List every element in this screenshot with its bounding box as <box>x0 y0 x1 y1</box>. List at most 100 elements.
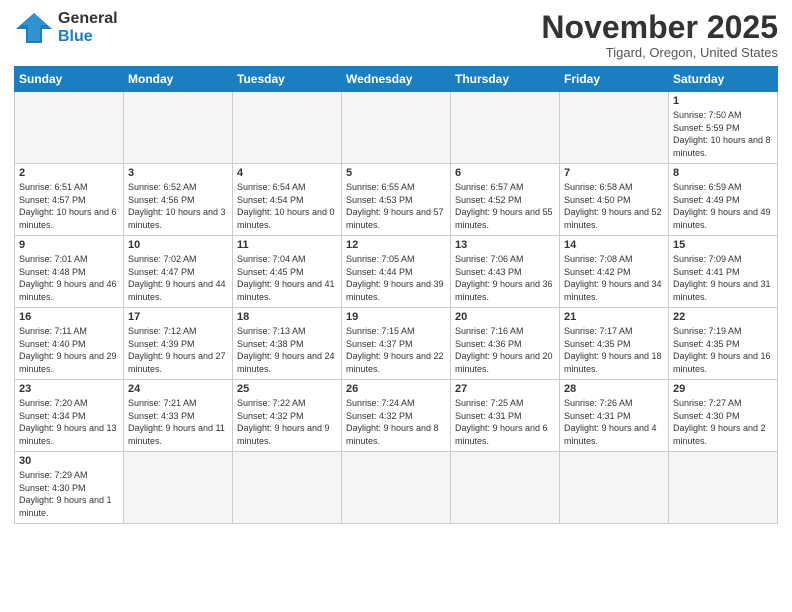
calendar-cell: 12 Sunrise: 7:05 AMSunset: 4:44 PMDayligh… <box>342 236 451 308</box>
calendar-cell: 7Sunrise: 6:58 AMSunset: 4:50 PMDaylight… <box>560 164 669 236</box>
day-number: 3 <box>128 167 228 179</box>
day-number: 8 <box>673 167 773 179</box>
day-number: 21 <box>564 311 664 323</box>
calendar-week-row: 9Sunrise: 7:01 AMSunset: 4:48 PMDaylight… <box>15 236 778 308</box>
day-number: 24 <box>128 383 228 395</box>
day-number: 16 <box>19 311 119 323</box>
day-number: 11 <box>237 239 337 251</box>
calendar-cell: 1 Sunrise: 7:50 AMSunset: 5:59 PMDaylight… <box>669 92 778 164</box>
calendar-cell: 15Sunrise: 7:09 AMSunset: 4:41 PMDayligh… <box>669 236 778 308</box>
day-number: 28 <box>564 383 664 395</box>
day-number: 26 <box>346 383 446 395</box>
calendar-week-row: 2 Sunrise: 6:51 AMSunset: 4:57 PMDaylight… <box>15 164 778 236</box>
calendar-week-row: 30 Sunrise: 7:29 AMSunset: 4:30 PMDayligh… <box>15 452 778 523</box>
day-info: Sunrise: 7:27 AMSunset: 4:30 PMDaylight:… <box>673 397 773 447</box>
day-number: 4 <box>237 167 337 179</box>
day-number: 10 <box>128 239 228 251</box>
logo: General Blue <box>14 10 118 45</box>
day-number: 2 <box>19 167 119 179</box>
day-number: 17 <box>128 311 228 323</box>
day-info: Sunrise: 6:52 AMSunset: 4:56 PMDaylight:… <box>128 181 228 231</box>
day-number: 5 <box>346 167 446 179</box>
calendar-cell: 4 Sunrise: 6:54 AMSunset: 4:54 PMDaylight… <box>233 164 342 236</box>
day-info: Sunrise: 7:05 AMSunset: 4:44 PMDaylight:… <box>346 253 446 303</box>
calendar-cell: 25 Sunrise: 7:22 AMSunset: 4:32 PMDayligh… <box>233 380 342 452</box>
weekday-header-friday: Friday <box>560 67 669 92</box>
day-number: 23 <box>19 383 119 395</box>
day-number: 22 <box>673 311 773 323</box>
calendar-cell <box>451 452 560 523</box>
weekday-header-sunday: Sunday <box>15 67 124 92</box>
calendar-cell: 19Sunrise: 7:15 AMSunset: 4:37 PMDayligh… <box>342 308 451 380</box>
day-number: 20 <box>455 311 555 323</box>
calendar-cell: 10 Sunrise: 7:02 AMSunset: 4:47 PMDayligh… <box>124 236 233 308</box>
calendar-cell: 24 Sunrise: 7:21 AMSunset: 4:33 PMDayligh… <box>124 380 233 452</box>
calendar-cell <box>124 92 233 164</box>
day-info: Sunrise: 7:12 AMSunset: 4:39 PMDaylight:… <box>128 325 228 375</box>
calendar-cell <box>233 92 342 164</box>
calendar-cell <box>124 452 233 523</box>
title-block: November 2025 Tigard, Oregon, United Sta… <box>541 10 778 60</box>
calendar-cell: 9Sunrise: 7:01 AMSunset: 4:48 PMDaylight… <box>15 236 124 308</box>
calendar-cell: 8 Sunrise: 6:59 AMSunset: 4:49 PMDaylight… <box>669 164 778 236</box>
calendar-cell: 2 Sunrise: 6:51 AMSunset: 4:57 PMDaylight… <box>15 164 124 236</box>
day-number: 25 <box>237 383 337 395</box>
logo-general: General <box>58 10 118 28</box>
calendar-cell: 30 Sunrise: 7:29 AMSunset: 4:30 PMDayligh… <box>15 452 124 523</box>
day-info: Sunrise: 7:17 AMSunset: 4:35 PMDaylight:… <box>564 325 664 375</box>
calendar-cell: 23 Sunrise: 7:20 AMSunset: 4:34 PMDayligh… <box>15 380 124 452</box>
calendar-cell: 5 Sunrise: 6:55 AMSunset: 4:53 PMDaylight… <box>342 164 451 236</box>
calendar-cell: 16 Sunrise: 7:11 AMSunset: 4:40 PMDayligh… <box>15 308 124 380</box>
calendar-cell <box>560 452 669 523</box>
calendar-cell: 18 Sunrise: 7:13 AMSunset: 4:38 PMDayligh… <box>233 308 342 380</box>
day-info: Sunrise: 6:59 AMSunset: 4:49 PMDaylight:… <box>673 181 773 231</box>
calendar-cell: 13Sunrise: 7:06 AMSunset: 4:43 PMDayligh… <box>451 236 560 308</box>
day-info: Sunrise: 6:55 AMSunset: 4:53 PMDaylight:… <box>346 181 446 231</box>
calendar-week-row: 1 Sunrise: 7:50 AMSunset: 5:59 PMDaylight… <box>15 92 778 164</box>
day-info: Sunrise: 7:21 AMSunset: 4:33 PMDaylight:… <box>128 397 228 447</box>
day-info: Sunrise: 7:29 AMSunset: 4:30 PMDaylight:… <box>19 469 119 519</box>
day-number: 18 <box>237 311 337 323</box>
calendar-cell: 11 Sunrise: 7:04 AMSunset: 4:45 PMDayligh… <box>233 236 342 308</box>
day-info: Sunrise: 7:16 AMSunset: 4:36 PMDaylight:… <box>455 325 555 375</box>
calendar-cell: 26Sunrise: 7:24 AMSunset: 4:32 PMDayligh… <box>342 380 451 452</box>
calendar-cell <box>669 452 778 523</box>
day-info: Sunrise: 7:11 AMSunset: 4:40 PMDaylight:… <box>19 325 119 375</box>
calendar-cell: 17 Sunrise: 7:12 AMSunset: 4:39 PMDayligh… <box>124 308 233 380</box>
day-number: 30 <box>19 455 119 467</box>
day-number: 1 <box>673 95 773 107</box>
day-number: 12 <box>346 239 446 251</box>
page: General Blue November 2025 Tigard, Orego… <box>0 0 792 612</box>
day-info: Sunrise: 7:04 AMSunset: 4:45 PMDaylight:… <box>237 253 337 303</box>
calendar-cell <box>342 92 451 164</box>
day-info: Sunrise: 7:20 AMSunset: 4:34 PMDaylight:… <box>19 397 119 447</box>
day-info: Sunrise: 7:19 AMSunset: 4:35 PMDaylight:… <box>673 325 773 375</box>
day-number: 6 <box>455 167 555 179</box>
calendar-cell: 21 Sunrise: 7:17 AMSunset: 4:35 PMDayligh… <box>560 308 669 380</box>
day-number: 9 <box>19 239 119 251</box>
day-info: Sunrise: 7:50 AMSunset: 5:59 PMDaylight:… <box>673 109 773 159</box>
calendar-week-row: 23 Sunrise: 7:20 AMSunset: 4:34 PMDayligh… <box>15 380 778 452</box>
calendar-cell: 6 Sunrise: 6:57 AMSunset: 4:52 PMDaylight… <box>451 164 560 236</box>
calendar-cell <box>560 92 669 164</box>
day-info: Sunrise: 6:51 AMSunset: 4:57 PMDaylight:… <box>19 181 119 231</box>
day-number: 14 <box>564 239 664 251</box>
day-info: Sunrise: 7:22 AMSunset: 4:32 PMDaylight:… <box>237 397 337 447</box>
day-info: Sunrise: 7:06 AMSunset: 4:43 PMDaylight:… <box>455 253 555 303</box>
weekday-header-saturday: Saturday <box>669 67 778 92</box>
day-info: Sunrise: 6:54 AMSunset: 4:54 PMDaylight:… <box>237 181 337 231</box>
day-info: Sunrise: 6:58 AMSunset: 4:50 PMDaylight:… <box>564 181 664 231</box>
day-info: Sunrise: 7:02 AMSunset: 4:47 PMDaylight:… <box>128 253 228 303</box>
calendar-cell: 27Sunrise: 7:25 AMSunset: 4:31 PMDayligh… <box>451 380 560 452</box>
day-number: 15 <box>673 239 773 251</box>
header: General Blue November 2025 Tigard, Orego… <box>14 10 778 60</box>
logo-blue: Blue <box>58 28 118 46</box>
day-number: 19 <box>346 311 446 323</box>
day-info: Sunrise: 7:08 AMSunset: 4:42 PMDaylight:… <box>564 253 664 303</box>
day-info: Sunrise: 7:13 AMSunset: 4:38 PMDaylight:… <box>237 325 337 375</box>
logo-icon <box>14 11 54 45</box>
calendar-cell <box>342 452 451 523</box>
calendar-cell: 3 Sunrise: 6:52 AMSunset: 4:56 PMDaylight… <box>124 164 233 236</box>
day-info: Sunrise: 6:57 AMSunset: 4:52 PMDaylight:… <box>455 181 555 231</box>
calendar-cell <box>15 92 124 164</box>
